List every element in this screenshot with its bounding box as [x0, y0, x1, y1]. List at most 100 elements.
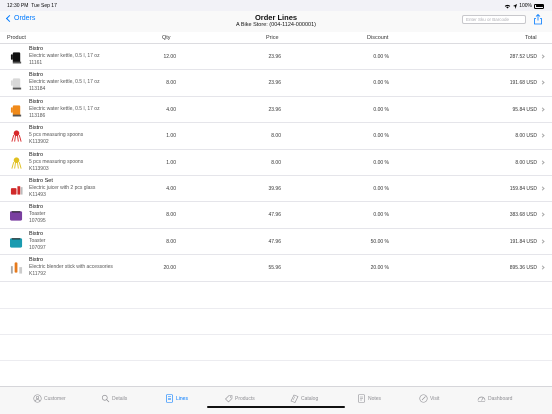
dashboard-icon	[477, 396, 486, 402]
purple-toaster-icon	[10, 211, 23, 221]
product-name: Bistro	[29, 125, 44, 132]
product-code: K113902	[29, 139, 49, 146]
share-icon[interactable]	[533, 14, 543, 25]
product-name: Bistro	[29, 72, 44, 79]
line-discount: 0.00 %	[373, 106, 389, 113]
order-line-row[interactable]: Bistro Electric water kettle, 0.5 l, 17 …	[0, 70, 552, 97]
tab-customer[interactable]: Customer	[33, 394, 66, 403]
column-price: Price	[266, 35, 279, 41]
line-price: 39.96	[268, 186, 281, 192]
product-description: Electric water kettle, 0.5 l, 17 oz	[29, 53, 100, 59]
tab-notes[interactable]: Notes	[357, 394, 381, 403]
black-kettle-icon	[10, 52, 22, 64]
line-price: 23.96	[268, 54, 281, 60]
product-description: Electric blender stick with accessories	[29, 264, 113, 271]
product-name: Bistro	[29, 257, 44, 264]
empty-row-divider	[0, 307, 552, 309]
line-total: 895.36 USD	[509, 265, 537, 272]
line-price: 8.00	[271, 133, 281, 140]
product-name: Bistro	[29, 151, 44, 158]
lines-icon	[166, 394, 173, 403]
home-indicator	[207, 406, 345, 408]
wifi-icon	[504, 4, 511, 8]
order-line-row[interactable]: Bistro Electric water kettle, 0.5 l, 17 …	[0, 44, 552, 71]
line-price: 55.96	[268, 265, 281, 272]
line-qty: 4.00	[166, 106, 176, 113]
orange-kettle-icon	[10, 105, 22, 117]
empty-row-divider	[0, 360, 552, 362]
order-line-row[interactable]: Bistro Toaster 107095 8.00 47.96 0.00 % …	[0, 202, 552, 229]
chevron-right-icon	[540, 133, 545, 138]
product-description: Electric water kettle, 0.5 l, 17 oz	[29, 79, 100, 86]
empty-row-divider	[0, 334, 552, 335]
product-description: Toaster	[29, 237, 46, 244]
order-line-row[interactable]: Bistro Toaster 107097 8.00 47.96 50.00 %…	[0, 229, 552, 256]
order-line-row[interactable]: Bistro 5 pcs measuring spoons K113903 1.…	[0, 150, 552, 176]
line-price: 8.00	[271, 159, 281, 166]
line-discount: 0.00 %	[373, 54, 389, 60]
product-code: 107095	[29, 218, 46, 225]
customer-icon	[33, 394, 42, 403]
line-qty: 1.00	[166, 159, 176, 166]
tab-label: Customer	[44, 395, 66, 402]
location-icon	[513, 3, 518, 9]
line-qty: 20.00	[163, 265, 176, 272]
product-name: Bistro	[29, 204, 44, 211]
tab-products[interactable]: Products	[224, 394, 255, 403]
sku-search-input[interactable]: Enter Sku or Barcode	[462, 15, 526, 24]
order-line-row[interactable]: Bistro Electric blender stick with acces…	[0, 255, 552, 282]
order-line-row[interactable]: Bistro Set Electric juicer with 2 pcs gl…	[0, 176, 552, 203]
line-qty: 8.00	[166, 212, 176, 219]
tab-visit[interactable]: Visit	[419, 394, 439, 403]
line-discount: 50.00 %	[370, 238, 389, 245]
red-juicer-icon	[10, 186, 23, 195]
tab-lines[interactable]: Lines	[165, 394, 188, 403]
order-line-row[interactable]: Bistro 5 pcs measuring spoons K113902 1.…	[0, 123, 552, 150]
line-total: 159.84 USD	[509, 186, 537, 192]
line-discount: 20.00 %	[370, 265, 389, 272]
product-code: 113186	[29, 112, 46, 119]
tab-label: Dashboard	[488, 395, 513, 402]
red-spoons-icon	[11, 130, 22, 142]
teal-toaster-icon	[10, 238, 23, 248]
tab-details[interactable]: Details	[101, 394, 127, 403]
catalog-icon	[290, 394, 299, 403]
product-code: 107097	[29, 244, 46, 251]
tab-catalog[interactable]: Catalog	[290, 394, 318, 403]
chevron-right-icon	[540, 186, 545, 191]
order-lines-list: Bistro Electric water kettle, 0.5 l, 17 …	[0, 44, 552, 386]
column-product: Product	[7, 35, 26, 41]
chevron-right-icon	[540, 212, 545, 218]
tab-bar: Customer Details Lines Products Catalog …	[0, 386, 552, 414]
visit-icon	[419, 394, 428, 403]
line-total: 8.00 USD	[515, 159, 537, 166]
line-qty: 4.00	[166, 186, 176, 192]
product-description: Toaster	[29, 211, 46, 218]
battery-percent: 100%	[519, 3, 532, 9]
products-icon	[225, 395, 233, 403]
line-qty: 1.00	[166, 133, 176, 140]
yellow-spoons-icon	[11, 157, 22, 169]
product-code: K11493	[29, 192, 46, 198]
table-header: Product Qty Price Discount Total	[0, 32, 552, 44]
line-price: 47.96	[268, 212, 281, 219]
status-time: 12:30 PM Tue Sep 17	[7, 3, 57, 9]
product-name: Bistro	[29, 46, 44, 52]
line-total: 191.68 USD	[509, 80, 537, 87]
product-description: Electric water kettle, 0.5 l, 17 oz	[29, 105, 100, 112]
product-code: 113184	[29, 86, 46, 93]
line-qty: 8.00	[166, 80, 176, 87]
tab-label: Notes	[368, 395, 382, 402]
line-discount: 0.00 %	[373, 133, 389, 140]
product-name: Bistro	[29, 98, 44, 105]
chevron-right-icon	[540, 159, 545, 165]
chevron-right-icon	[540, 54, 545, 59]
product-code: K11792	[29, 271, 46, 278]
status-right: 100%	[504, 3, 544, 9]
order-line-row[interactable]: Bistro Electric water kettle, 0.5 l, 17 …	[0, 97, 552, 124]
tab-dashboard[interactable]: Dashboard	[477, 394, 512, 403]
product-name: Bistro	[29, 230, 44, 237]
tab-label: Details	[112, 395, 128, 402]
navigation-bar: Orders Order Lines A Bike Store: (004-11…	[0, 11, 552, 32]
column-qty: Qty	[162, 35, 171, 41]
